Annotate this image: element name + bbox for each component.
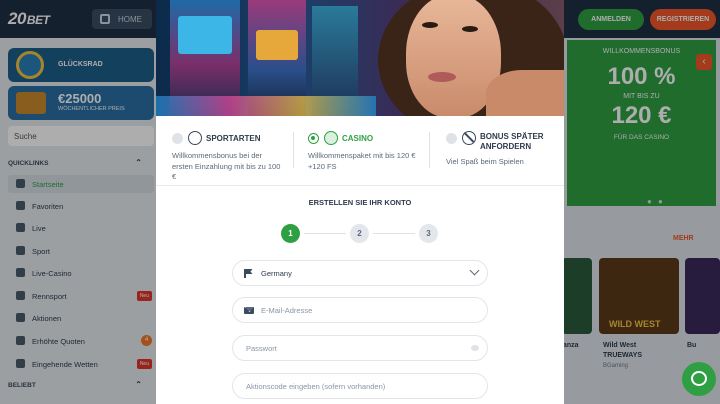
bonus-option-sport[interactable]: SPORTARTEN Willkommensbonus bei der erst… [170, 124, 288, 181]
bonus-option-title: BONUS SPÄTER ANFORDERN [480, 132, 544, 151]
casino-chip-icon [324, 131, 338, 145]
country-select[interactable]: Germany [232, 260, 488, 286]
bonus-option-title: CASINO [342, 134, 374, 143]
chat-icon [691, 371, 707, 386]
password-placeholder: Passwort [246, 344, 277, 353]
registration-modal: SPORTARTEN Willkommensbonus bei der erst… [156, 0, 564, 404]
promo-code-field[interactable]: Aktionscode eingeben (sofern vorhanden) [232, 373, 488, 399]
woman-eye [422, 22, 438, 28]
ban-icon [462, 131, 476, 145]
casino-lights [156, 96, 376, 116]
bonus-option-desc: Viel Spaß beim Spielen [446, 157, 524, 166]
radio-casino[interactable] [308, 133, 319, 144]
bonus-option-title: SPORTARTEN [206, 134, 261, 143]
radio-sport[interactable] [172, 133, 183, 144]
bonus-option-casino[interactable]: CASINO Willkommenspaket mit bis 120 € +1… [306, 124, 424, 180]
email-placeholder: E-Mail-Adresse [261, 306, 313, 315]
divider [293, 132, 294, 168]
bonus-option-desc: Willkommensbonus bei der ersten Einzahlu… [172, 151, 281, 181]
form-title: ERSTELLEN SIE IHR KONTO [308, 198, 412, 207]
show-password-icon[interactable] [471, 345, 479, 351]
password-field[interactable]: Passwort [232, 335, 488, 361]
radio-later[interactable] [446, 133, 457, 144]
promo-code-placeholder: Aktionscode eingeben (sofern vorhanden) [246, 382, 386, 391]
country-value: Germany [261, 269, 292, 278]
chevron-down-icon [469, 265, 480, 276]
bonus-options: SPORTARTEN Willkommensbonus bei der erst… [156, 124, 564, 184]
divider [429, 132, 430, 168]
step-2: 2 [350, 224, 369, 243]
hero-image [156, 0, 564, 116]
mail-icon [244, 307, 254, 314]
bonus-option-later[interactable]: BONUS SPÄTER ANFORDERN Viel Spaß beim Sp… [444, 124, 560, 180]
step-connector [373, 233, 415, 234]
flag-icon [244, 269, 253, 278]
step-3: 3 [419, 224, 438, 243]
bonus-option-desc: Willkommenspaket mit bis 120 € +120 FS [308, 151, 416, 171]
woman-shoulder [486, 70, 564, 116]
email-field[interactable]: E-Mail-Adresse [232, 297, 488, 323]
divider [156, 185, 564, 186]
soccer-ball-icon [188, 131, 202, 145]
woman-eye [462, 26, 478, 32]
woman-lips [428, 72, 456, 82]
step-1: 1 [281, 224, 300, 243]
step-connector [304, 233, 346, 234]
chat-button[interactable] [682, 362, 716, 396]
